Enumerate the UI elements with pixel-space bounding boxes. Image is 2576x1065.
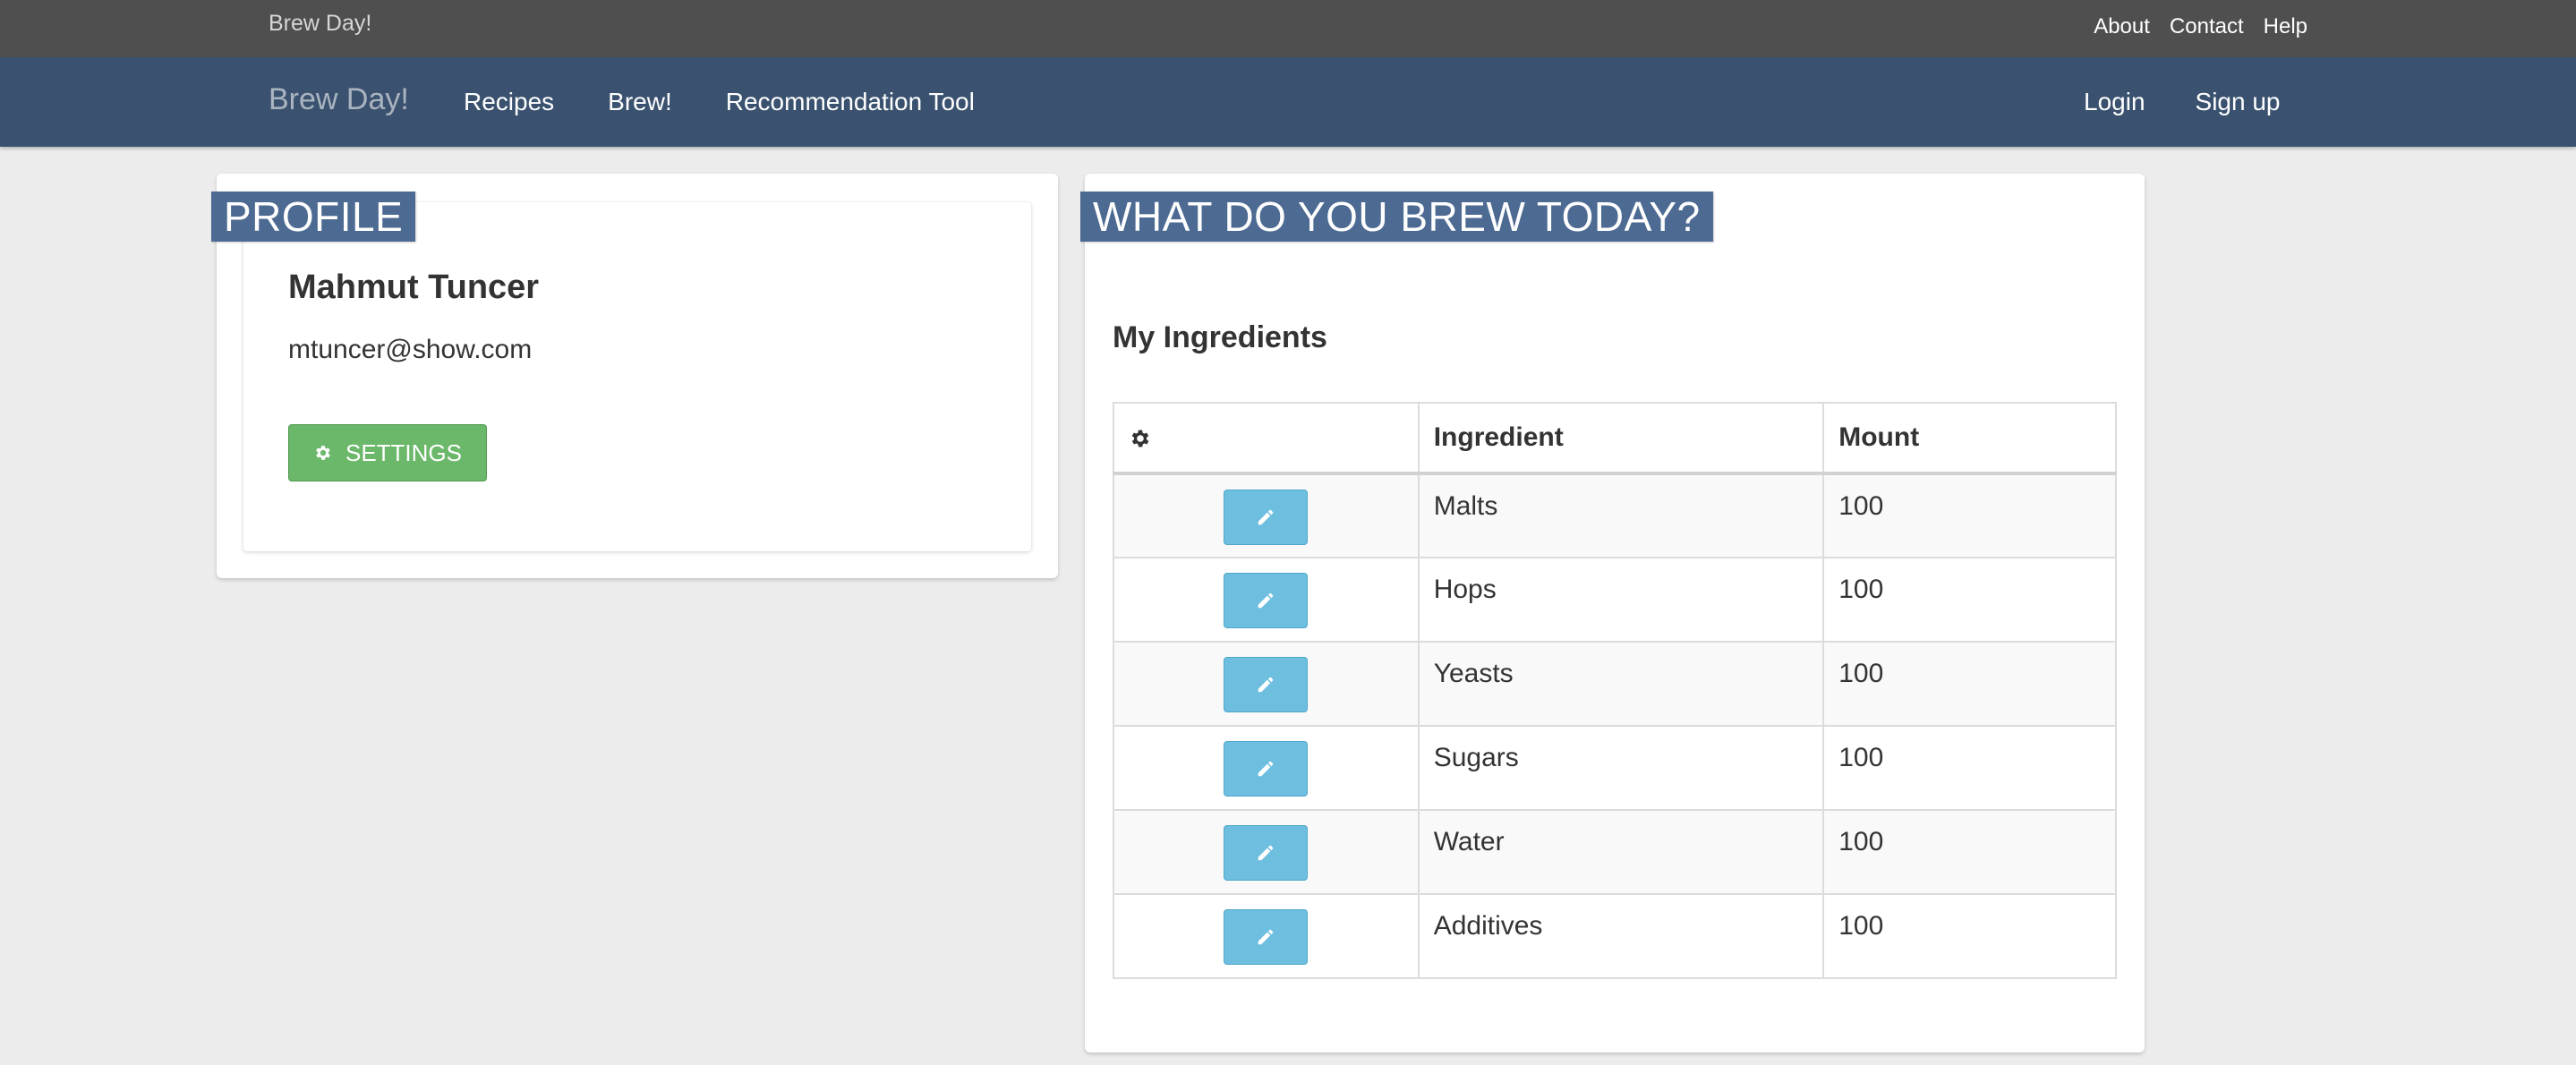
profile-inner-card [243, 202, 1031, 551]
pencil-icon [1258, 677, 1274, 693]
about-link[interactable]: About [2094, 14, 2150, 39]
user-name: Mahmut Tuncer [288, 268, 540, 306]
mount-cell: 100 [1822, 725, 2117, 811]
top-links: About Contact Help [2094, 14, 2307, 39]
table-row: Additives 100 [1113, 893, 2117, 979]
mount-cell: 100 [1822, 809, 2117, 895]
profile-section-label: PROFILE [211, 192, 416, 242]
table-row: Water 100 [1113, 809, 2117, 895]
edit-button[interactable] [1224, 657, 1309, 712]
mount-column-header: Mount [1822, 402, 2117, 475]
nav-brew[interactable]: Brew! [608, 88, 672, 116]
gear-icon [1131, 430, 1149, 447]
ingredients-title: My Ingredients [1113, 320, 1327, 354]
table-row: Sugars 100 [1113, 725, 2117, 811]
edit-button[interactable] [1224, 573, 1309, 628]
ingredient-cell: Hops [1417, 557, 1825, 643]
settings-button-label: SETTINGS [345, 439, 462, 466]
row-actions-cell [1113, 641, 1420, 727]
brew-section-label: WHAT DO YOU BREW TODAY? [1080, 192, 1713, 242]
table-row: Malts 100 [1113, 473, 2117, 558]
ingredient-cell: Malts [1417, 473, 1825, 558]
top-brand: Brew Day! [269, 11, 372, 36]
table-row: Yeasts 100 [1113, 641, 2117, 727]
mount-cell: 100 [1822, 641, 2117, 727]
nav-login[interactable]: Login [2084, 88, 2145, 116]
nav-recommendation-tool[interactable]: Recommendation Tool [726, 88, 975, 116]
edit-button[interactable] [1224, 490, 1309, 545]
pencil-icon [1258, 509, 1274, 525]
nav-left: Recipes Brew! Recommendation Tool [464, 88, 1028, 116]
pencil-icon [1258, 929, 1274, 945]
pencil-icon [1258, 845, 1274, 861]
edit-button[interactable] [1224, 741, 1309, 797]
ingredient-cell: Sugars [1417, 725, 1825, 811]
settings-button[interactable]: SETTINGS [288, 424, 487, 481]
ingredient-cell: Additives [1417, 893, 1825, 979]
pencil-icon [1258, 592, 1274, 609]
actions-column-header [1113, 402, 1420, 475]
ingredient-cell: Water [1417, 809, 1825, 895]
user-email: mtuncer@show.com [288, 335, 533, 364]
ingredient-column-header: Ingredient [1417, 402, 1825, 475]
edit-button[interactable] [1224, 825, 1309, 881]
ingredient-cell: Yeasts [1417, 641, 1825, 727]
main-navbar: Brew Day! Recipes Brew! Recommendation T… [0, 57, 2576, 147]
nav-signup[interactable]: Sign up [2196, 88, 2281, 116]
row-actions-cell [1113, 557, 1420, 643]
row-actions-cell [1113, 725, 1420, 811]
mount-cell: 100 [1822, 473, 2117, 558]
gear-icon [316, 446, 330, 460]
row-actions-cell [1113, 809, 1420, 895]
mount-cell: 100 [1822, 557, 2117, 643]
navbar-brand[interactable]: Brew Day! [269, 82, 409, 117]
pencil-icon [1258, 761, 1274, 777]
edit-button[interactable] [1224, 909, 1309, 965]
nav-right: Login Sign up [2084, 88, 2330, 116]
nav-recipes[interactable]: Recipes [464, 88, 554, 116]
help-link[interactable]: Help [2264, 14, 2307, 39]
contact-link[interactable]: Contact [2170, 14, 2244, 39]
row-actions-cell [1113, 893, 1420, 979]
table-row: Hops 100 [1113, 557, 2117, 643]
top-utility-bar: Brew Day! About Contact Help [0, 0, 2576, 57]
mount-cell: 100 [1822, 893, 2117, 979]
ingredients-table: Ingredient Mount Malts 100 Hops 100 Yeas… [1113, 402, 2117, 979]
table-header-row: Ingredient Mount [1113, 402, 2117, 475]
row-actions-cell [1113, 473, 1420, 558]
